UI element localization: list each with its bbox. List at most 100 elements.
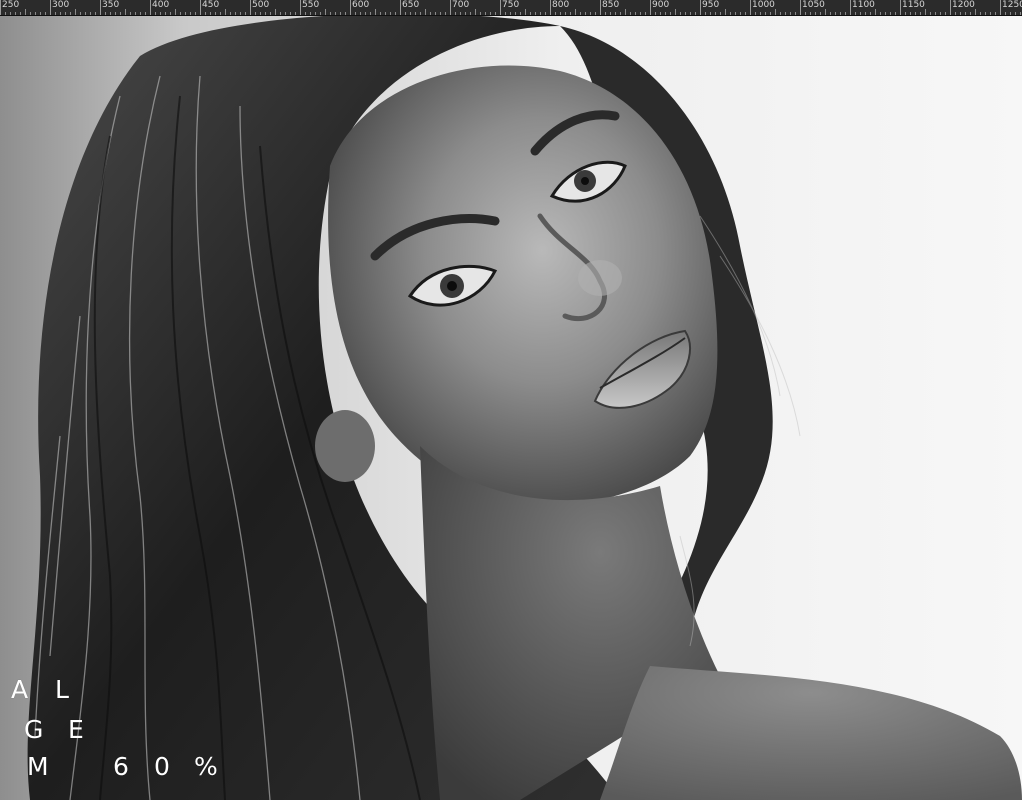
ruler-minor-tick xyxy=(515,12,516,15)
ruler-minor-tick xyxy=(775,9,776,15)
ruler-minor-tick xyxy=(280,12,281,15)
ruler-minor-tick xyxy=(345,12,346,15)
ruler-minor-tick xyxy=(680,12,681,15)
ruler-minor-tick xyxy=(460,12,461,15)
ruler-minor-tick xyxy=(165,12,166,15)
ruler-minor-tick xyxy=(870,12,871,15)
ruler-minor-tick xyxy=(455,12,456,15)
ruler-minor-tick xyxy=(275,9,276,15)
ruler-minor-tick xyxy=(605,12,606,15)
ruler-minor-tick xyxy=(475,9,476,15)
ruler-minor-tick xyxy=(385,12,386,15)
ruler-minor-tick xyxy=(310,12,311,15)
image-canvas[interactable]: A L G E M 6 0 % xyxy=(0,16,1022,800)
overlay-letter: L xyxy=(55,675,69,704)
ruler-minor-tick xyxy=(755,12,756,15)
ruler-minor-tick xyxy=(270,12,271,15)
ruler-minor-tick xyxy=(640,12,641,15)
ruler-minor-tick xyxy=(645,12,646,15)
ruler-major-tick xyxy=(750,0,751,15)
horizontal-ruler[interactable]: 250 300 350 400 450 500 550 600 650 700 750 800 850 9… xyxy=(0,0,1022,16)
ruler-minor-tick xyxy=(720,12,721,15)
ruler-minor-tick xyxy=(245,12,246,15)
ruler-label: 1000 xyxy=(752,0,775,10)
ruler-minor-tick xyxy=(65,12,66,15)
ruler-major-tick xyxy=(300,0,301,15)
ruler-minor-tick xyxy=(880,12,881,15)
ruler-minor-tick xyxy=(705,12,706,15)
ruler-minor-tick xyxy=(960,12,961,15)
overlay-letter: E xyxy=(68,715,84,744)
ruler-minor-tick xyxy=(180,12,181,15)
ruler-minor-tick xyxy=(930,12,931,15)
ruler-label: 950 xyxy=(702,0,720,10)
ruler-minor-tick xyxy=(810,12,811,15)
ruler-label: 650 xyxy=(402,0,420,10)
ruler-minor-tick xyxy=(625,9,626,15)
ruler-minor-tick xyxy=(890,12,891,15)
ruler-minor-tick xyxy=(20,12,21,15)
ruler-major-tick xyxy=(50,0,51,15)
ruler-major-tick xyxy=(550,0,551,15)
ruler-major-tick xyxy=(350,0,351,15)
ruler-minor-tick xyxy=(1005,12,1006,15)
ruler-minor-tick xyxy=(760,12,761,15)
ruler-minor-tick xyxy=(1010,12,1011,15)
ruler-minor-tick xyxy=(195,12,196,15)
ruler-minor-tick xyxy=(415,12,416,15)
ruler-minor-tick xyxy=(155,12,156,15)
ruler-minor-tick xyxy=(285,12,286,15)
ruler-minor-tick xyxy=(925,9,926,15)
ruler-minor-tick xyxy=(45,12,46,15)
ruler-minor-tick xyxy=(690,12,691,15)
ruler-minor-tick xyxy=(355,12,356,15)
ruler-minor-tick xyxy=(95,12,96,15)
ruler-minor-tick xyxy=(35,12,36,15)
ruler-minor-tick xyxy=(765,12,766,15)
ruler-minor-tick xyxy=(595,12,596,15)
ruler-minor-tick xyxy=(830,12,831,15)
ruler-minor-tick xyxy=(80,12,81,15)
ruler-minor-tick xyxy=(175,9,176,15)
ruler-minor-tick xyxy=(520,12,521,15)
ruler-minor-tick xyxy=(360,12,361,15)
ruler-minor-tick xyxy=(185,12,186,15)
ruler-minor-tick xyxy=(840,12,841,15)
ruler-label: 700 xyxy=(452,0,470,10)
ruler-label: 850 xyxy=(602,0,620,10)
ruler-minor-tick xyxy=(660,12,661,15)
ruler-minor-tick xyxy=(1015,12,1016,15)
ruler-label: 500 xyxy=(252,0,270,10)
ruler-minor-tick xyxy=(55,12,56,15)
ruler-minor-tick xyxy=(885,12,886,15)
ruler-minor-tick xyxy=(575,9,576,15)
overlay-digit: 0 xyxy=(154,752,170,781)
ruler-minor-tick xyxy=(555,12,556,15)
ruler-minor-tick xyxy=(695,12,696,15)
ruler-label: 550 xyxy=(302,0,320,10)
ruler-minor-tick xyxy=(820,12,821,15)
ruler-minor-tick xyxy=(910,12,911,15)
ruler-minor-tick xyxy=(730,12,731,15)
ruler-minor-tick xyxy=(905,12,906,15)
ruler-minor-tick xyxy=(340,12,341,15)
ruler-minor-tick xyxy=(365,12,366,15)
ruler-minor-tick xyxy=(145,12,146,15)
ruler-minor-tick xyxy=(490,12,491,15)
ruler-major-tick xyxy=(0,0,1,15)
ruler-minor-tick xyxy=(855,12,856,15)
ruler-minor-tick xyxy=(495,12,496,15)
ruler-label: 600 xyxy=(352,0,370,10)
ruler-minor-tick xyxy=(435,12,436,15)
ruler-label: 1250 xyxy=(1002,0,1022,10)
ruler-minor-tick xyxy=(785,12,786,15)
ruler-minor-tick xyxy=(210,12,211,15)
ruler-label: 800 xyxy=(552,0,570,10)
ruler-minor-tick xyxy=(815,12,816,15)
ruler-minor-tick xyxy=(220,12,221,15)
ruler-major-tick xyxy=(600,0,601,15)
ruler-minor-tick xyxy=(635,12,636,15)
ruler-minor-tick xyxy=(190,12,191,15)
ruler-minor-tick xyxy=(410,12,411,15)
ruler-minor-tick xyxy=(330,12,331,15)
